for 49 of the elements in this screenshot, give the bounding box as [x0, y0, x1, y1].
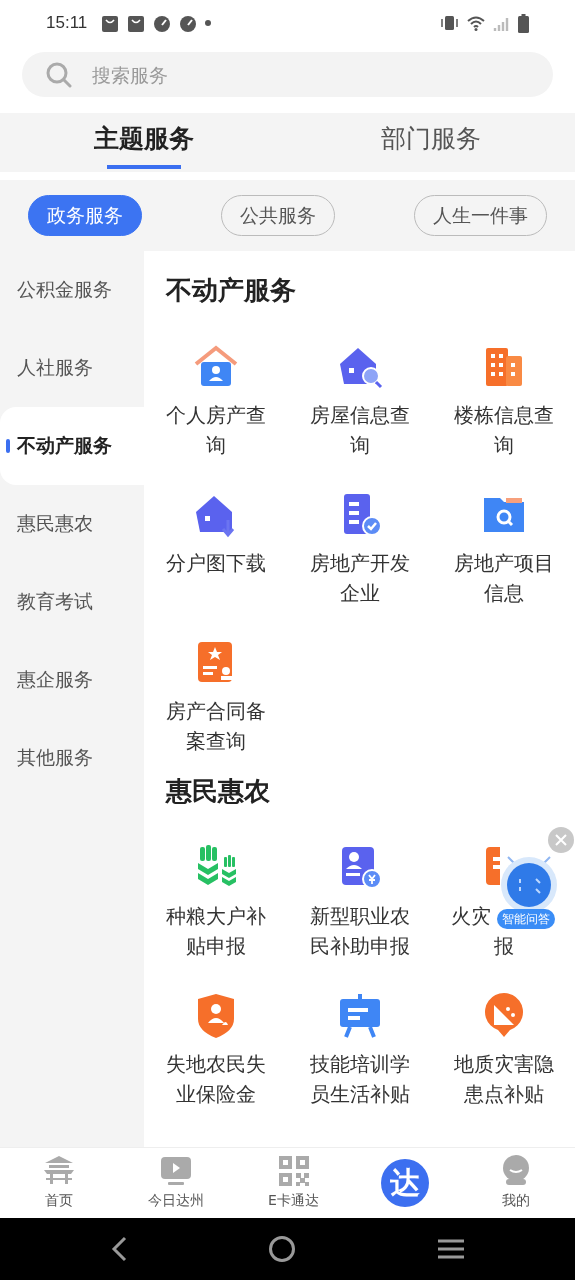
- sidebar-item[interactable]: 人社服务: [0, 329, 144, 407]
- service-label[interactable]: 新型职业农民补助申报: [307, 901, 413, 961]
- back-icon[interactable]: [110, 1236, 127, 1262]
- service-label[interactable]: 分户图下载: [163, 548, 269, 578]
- section-title: 惠民惠农: [164, 775, 271, 808]
- gauge-icon: [179, 13, 198, 33]
- service-label[interactable]: 种粮大户补贴申报: [163, 901, 269, 961]
- service-label[interactable]: 地质灾害隐患点补贴: [451, 1049, 557, 1109]
- tab[interactable]: 部门服务: [287, 113, 575, 172]
- nav-tab[interactable]: E卡通达: [234, 1148, 353, 1218]
- sidebar-item[interactable]: 不动产服务: [0, 407, 144, 485]
- battery-icon: [518, 13, 529, 33]
- service-label[interactable]: 个人房产查询: [163, 400, 269, 460]
- service-label[interactable]: 房产合同备案查询: [163, 696, 269, 756]
- tab[interactable]: 主题服务: [0, 113, 288, 172]
- service-label[interactable]: 房地产项目信息: [451, 548, 557, 608]
- service-label[interactable]: 房屋信息查询: [307, 400, 413, 460]
- nav-tab[interactable]: 今日达州: [117, 1148, 235, 1218]
- signal-icon: [493, 15, 510, 31]
- robot-assistant-icon[interactable]: [498, 853, 560, 909]
- dot-icon: [205, 20, 212, 26]
- gauge-icon: [153, 13, 172, 33]
- close-icon: [554, 833, 568, 847]
- clock-time: 15:11: [46, 13, 88, 33]
- section-title: 不动产服务: [164, 274, 297, 307]
- sidebar-item[interactable]: 其他服务: [0, 719, 144, 797]
- sidebar-item[interactable]: 公积金服务: [0, 251, 144, 329]
- search-field[interactable]: 搜索服务: [22, 52, 553, 97]
- vibrate-icon: [440, 15, 459, 31]
- sidebar-item[interactable]: 惠民惠农: [0, 485, 144, 563]
- bag-icon: [127, 13, 146, 33]
- selection-indicator: [6, 439, 10, 453]
- menu-icon[interactable]: [436, 1238, 465, 1260]
- nav-tab[interactable]: 首页: [0, 1148, 118, 1218]
- wifi-icon: [467, 15, 485, 31]
- service-label[interactable]: 失地农民失业保险金: [163, 1049, 269, 1109]
- sidebar-item[interactable]: 惠企服务: [0, 641, 144, 719]
- service-label[interactable]: 火灾: [451, 901, 491, 931]
- sidebar-item[interactable]: 教育考试: [0, 563, 144, 641]
- service-label[interactable]: 楼栋信息查询: [451, 400, 557, 460]
- service-label[interactable]: 技能培训学员生活补贴: [307, 1049, 413, 1109]
- app-logo-button[interactable]: 达: [380, 1159, 429, 1207]
- bag-icon: [101, 13, 120, 33]
- home-icon[interactable]: [267, 1235, 296, 1263]
- service-label[interactable]: 房地产开发企业: [307, 548, 413, 608]
- nav-tab[interactable]: 我的: [457, 1148, 575, 1218]
- service-label[interactable]: 报: [494, 931, 514, 961]
- category-chip[interactable]: 政务服务: [28, 195, 142, 236]
- search-icon: [46, 62, 72, 88]
